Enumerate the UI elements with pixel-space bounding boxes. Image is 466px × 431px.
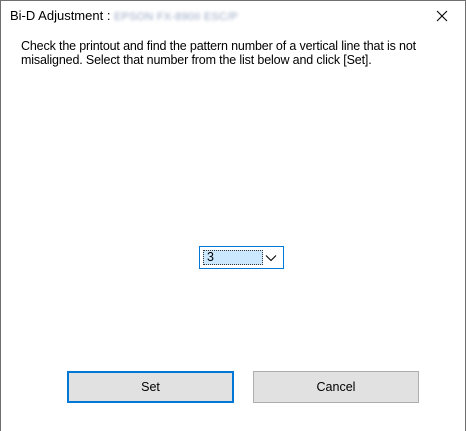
instruction-text: Check the printout and find the pattern … xyxy=(21,39,416,67)
printer-name: EPSON FX-890II ESC/P xyxy=(114,11,238,23)
selected-pattern-number: 3 xyxy=(207,250,214,264)
bi-d-adjustment-dialog: Bi-D Adjustment : EPSON FX-890II ESC/P C… xyxy=(0,0,466,431)
title-label: Bi-D Adjustment : xyxy=(10,8,115,23)
close-icon xyxy=(436,10,448,22)
window-title: Bi-D Adjustment : EPSON FX-890II ESC/P xyxy=(10,8,238,23)
close-button[interactable] xyxy=(419,1,465,31)
pattern-number-select[interactable]: 3 xyxy=(199,246,284,269)
title-bar: Bi-D Adjustment : EPSON FX-890II ESC/P xyxy=(1,1,465,31)
selected-value-highlight: 3 xyxy=(203,250,263,265)
chevron-down-icon[interactable] xyxy=(265,253,277,263)
set-button[interactable]: Set xyxy=(67,371,234,403)
cancel-button[interactable]: Cancel xyxy=(253,371,419,403)
